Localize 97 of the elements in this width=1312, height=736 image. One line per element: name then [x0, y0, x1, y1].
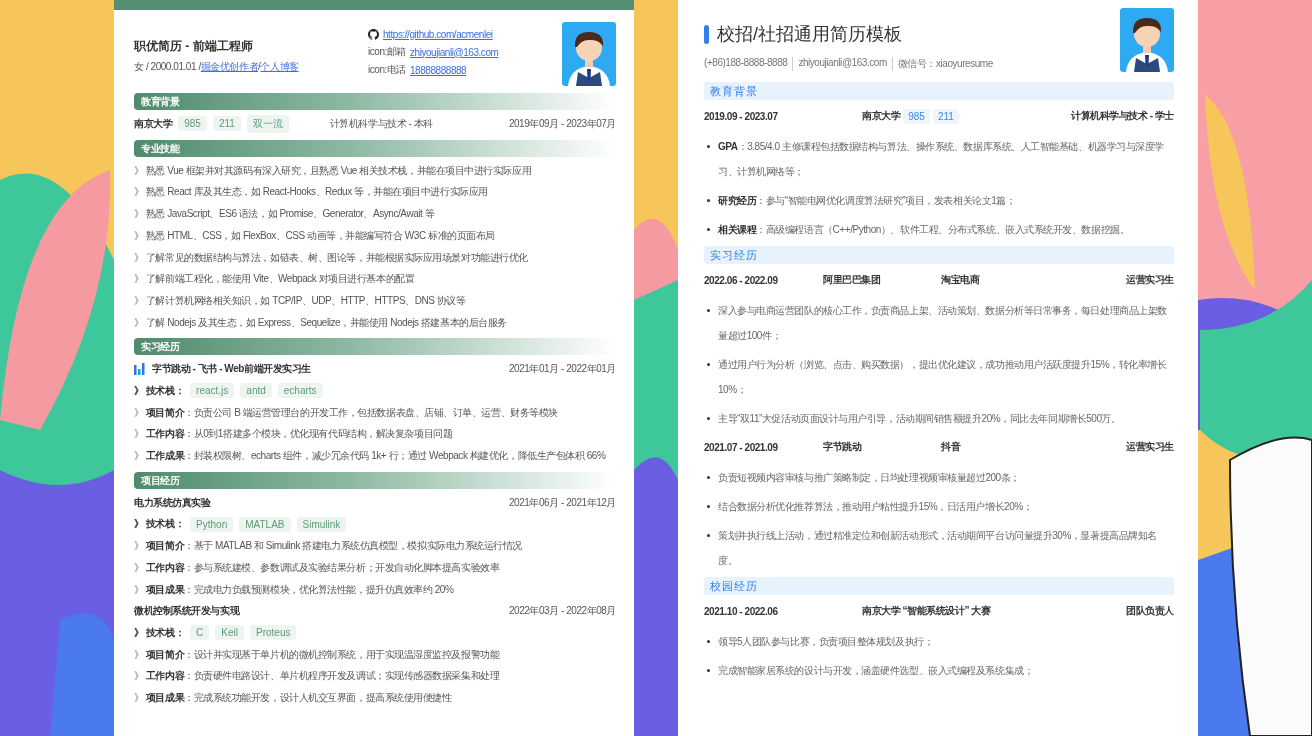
section-header: 教育背景	[704, 82, 1174, 100]
contact-link[interactable]: zhiyoujianli@163.com	[410, 46, 499, 58]
department-name: 抖音	[941, 440, 962, 454]
detail-text: 》 项目成果：完成系统功能开发，设计人机交互界面，提高系统使用便捷性	[134, 691, 453, 706]
contact-label: icon:电话	[368, 63, 406, 77]
skill-item: 》 熟悉 React 库及其生态，如 React-Hooks、Redux 等，并能在项目中进行实际应用	[134, 185, 489, 200]
tag: 211	[932, 108, 959, 124]
event-name: 南京大学 “智能系统设计” 大赛	[862, 604, 992, 618]
tag: echarts	[277, 383, 323, 399]
bullet-icon	[707, 417, 710, 420]
tag: antd	[240, 383, 272, 399]
bullet-text: 深入参与电商运营团队的核心工作，负责商品上架、活动策划、数据分析等日常事务，每日处理商品上架数量超过100件；	[718, 304, 1168, 343]
bullet-icon	[707, 309, 710, 312]
date-range: 2021.07 - 2021.09	[704, 441, 779, 453]
school-name: 南京大学	[862, 109, 901, 123]
department-name: 淘宝电商	[941, 273, 981, 287]
bullet-icon	[707, 640, 710, 643]
skill-item: 》 了解 Nodejs 及其生态，如 Express、Sequelize，并能使用 Nodejs 搭建基本的后台服务	[134, 315, 508, 330]
tag: Python	[190, 516, 234, 532]
date-range: 2021年06月 - 2021年12月	[508, 495, 616, 510]
field-label: 》 技术栈：	[134, 517, 185, 532]
detail-text: 》 工作内容：负责硬件电路设计、单片机程序开发及调试；实现传感器数据采集和处理	[134, 669, 501, 684]
bullet-text: GPA：3.85/4.0 主修课程包括数据结构与算法、操作系统、数据库系统、人工智能基础、机器学习与深度学习、计算机网络等；	[718, 140, 1165, 179]
avatar-drawing	[562, 22, 616, 86]
date-range: 2021.10 - 2022.06	[704, 605, 779, 617]
role-text: 运营实习生	[1126, 273, 1174, 287]
skill-item: 》 熟悉 HTML、CSS，如 FlexBox、CSS 动画等，并能编写符合 W3C 标准的页面布局	[134, 228, 496, 243]
contact-link[interactable]: 18888888888	[410, 64, 467, 76]
bullet-icon	[707, 505, 710, 508]
resume-title: 职优简历 - 前端工程师	[134, 38, 254, 55]
bullet-icon	[707, 476, 710, 479]
tag: C	[190, 625, 210, 641]
contact-text: 微信号：xiaoyuresume	[891, 57, 998, 71]
tag: Simulink	[296, 516, 347, 532]
contact-text: (+86)188-8888-8888	[704, 57, 789, 70]
major-text: 计算机科学与技术 - 本科	[329, 116, 433, 131]
bullet-icon	[707, 534, 710, 537]
tag: react.js	[190, 383, 235, 399]
date-range: 2022年03月 - 2022年08月	[508, 604, 616, 619]
bullet-text: 领导5人团队参与比赛，负责项目整体规划及执行；	[718, 635, 934, 649]
detail-text: 》 项目简介：基于 MATLAB 和 Simulink 搭建电力系统仿真模型，模拟实际电力系统运行情况	[134, 539, 523, 554]
detail-text: 》 工作内容：从0到1搭建多个模块，优化现有代码结构，解决复杂项目问题	[134, 427, 454, 442]
detail-text: 》 项目简介：设计并实现基于单片机的微机控制系统，用于实现温湿度监控及报警功能	[134, 647, 501, 662]
contact-text: zhiyoujianli@163.com	[792, 57, 892, 71]
title-accent-bar	[704, 24, 709, 44]
date-range: 2021年01月 - 2022年01月	[508, 362, 616, 377]
bullet-text: 策划并执行线上活动，通过精准定位和创新活动形式，活动期间平台访问量提升30%，显著提高品牌知名度。	[718, 529, 1158, 568]
bullet-text: 通过用户行为分析（浏览、点击、购买数据），提出优化建议，成功推动用户活跃度提升15%，转化率增长10%；	[718, 358, 1168, 397]
resume-title: 校招/社招通用简历模板	[717, 23, 902, 46]
tag: 双一流	[246, 114, 289, 133]
degree-text: 计算机科学与技术 - 学士	[1070, 109, 1174, 123]
skill-item: 》 了解常见的数据结构与算法，如链表、树、图论等，并能根据实际应用场景对功能进行优化	[134, 250, 529, 265]
bullet-text: 研究经历：参与“智能电网优化调度算法研究”项目，发表相关论文1篇；	[718, 194, 1016, 208]
field-label: 》 技术栈：	[134, 383, 185, 398]
tag: Keil	[215, 625, 244, 641]
contact-link[interactable]: https://github.com/acmenlei	[383, 28, 493, 40]
skill-item: 》 熟悉 JavaScript、ES6 语法，如 Promise、Generator、Async/Await 等	[134, 207, 436, 222]
bullet-icon	[707, 363, 710, 366]
company-name: 字节跳动	[823, 440, 863, 454]
profile-info: 女 / 2000.01.01 /掘金优创作者/个人博客	[134, 60, 300, 74]
bullet-text: 负责短视频内容审核与推广策略制定，日均处理视频审核量超过200条；	[718, 471, 1020, 485]
entry-title: 微机控制系统开发与实现	[134, 604, 240, 619]
profile-link[interactable]: 个人博客	[260, 61, 299, 72]
detail-text: 》 项目简介：负责公司 B 端运营管理台的开发工作，包括数据表盘、店铺、订单、运营、财务等模块	[134, 405, 559, 420]
bullet-text: 相关课程：高级编程语言（C++/Python）、软件工程、分布式系统、嵌入式系统开发、数据挖掘。	[718, 223, 1130, 237]
tag: 985	[903, 108, 930, 124]
avatar-drawing	[1120, 8, 1174, 72]
tag: Proteus	[250, 625, 297, 641]
tag: 211	[212, 116, 241, 132]
section-header: 校园经历	[704, 577, 1174, 595]
date-range: 2019.09 - 2023.07	[704, 110, 779, 122]
field-label: 》 技术栈：	[134, 625, 185, 640]
detail-text: 》 工作内容：参与系统建模、参数调试及实验结果分析；开发自动化脚本提高实验效率	[134, 560, 501, 575]
entry-title: 字节跳动 - 飞书 - Web前端开发实习生	[152, 362, 311, 377]
detail-text: 》 项目成果：完成电力负载预测模块，优化算法性能，提升仿真效率约 20%	[134, 582, 455, 597]
date-range: 2022.06 - 2022.09	[704, 274, 779, 286]
section-header: 实习经历	[704, 246, 1174, 264]
bullet-text: 主导“双11”大促活动页面设计与用户引导，活动期间销售额提升20%，同比去年同期增长500万。	[718, 412, 1121, 426]
skill-item: 》 了解计算机网络相关知识，如 TCP/IP、UDP、HTTP、HTTPS、DNS 协议等	[134, 293, 467, 308]
bullet-text: 结合数据分析优化推荐算法，推动用户粘性提升15%，日活用户增长20%；	[718, 500, 1033, 514]
school-name: 南京大学	[134, 116, 173, 131]
entry-title: 电力系统仿真实验	[134, 495, 211, 510]
tag: MATLAB	[239, 516, 291, 532]
bullet-icon	[707, 199, 710, 202]
bullet-text: 完成智能家居系统的设计与开发，涵盖硬件选型、嵌入式编程及系统集成；	[718, 664, 1034, 678]
company-name: 阿里巴巴集团	[823, 273, 882, 287]
role-text: 运营实习生	[1126, 440, 1174, 454]
skill-item: 》 熟悉 Vue 框架并对其源码有深入研究，且熟悉 Vue 相关技术栈，并能在项目中进行实际应用	[134, 163, 533, 178]
detail-text: 》 工作成果：封装权限树、echarts 组件，减少冗余代码 1k+ 行；通过 Webpack 构建优化，降低生产包体积 66%	[134, 449, 607, 464]
bullet-icon	[707, 228, 710, 231]
role-text: 团队负责人	[1126, 604, 1174, 618]
skill-item: 》 了解前端工程化，能使用 Vite、Webpack 对项目进行基本的配置	[134, 272, 416, 287]
bullet-icon	[707, 669, 710, 672]
tag: 985	[178, 116, 207, 132]
date-range: 2019年09月 - 2023年07月	[508, 116, 616, 131]
contact-label: icon:邮箱	[368, 45, 406, 59]
bullet-icon	[707, 145, 710, 148]
